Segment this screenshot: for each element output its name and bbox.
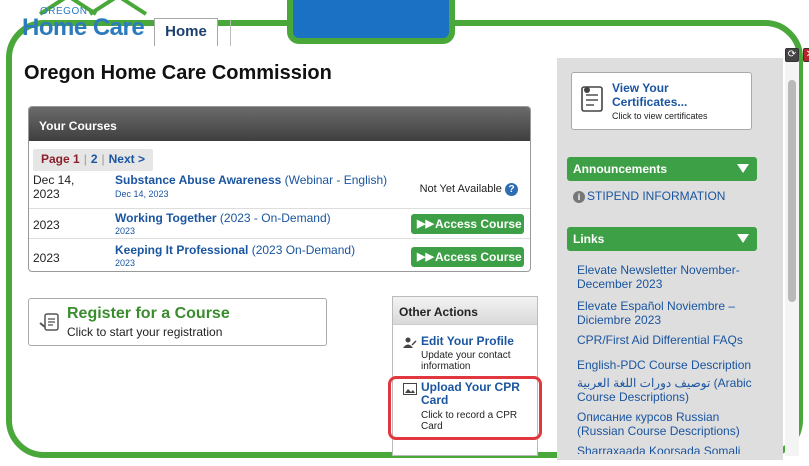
- double-arrow-icon: ▶▶: [417, 218, 434, 230]
- scrollbar-thumb[interactable]: [788, 80, 796, 302]
- pager-next[interactable]: Next >: [109, 152, 145, 166]
- collapse-triangle-icon[interactable]: [737, 164, 749, 173]
- pager-separator: |: [101, 152, 105, 166]
- pager-page-2[interactable]: 2: [91, 152, 98, 166]
- course-row: 2023 Working Together (2023 - On-Demand)…: [29, 209, 530, 239]
- tab-divider: [230, 20, 231, 46]
- other-actions-heading: Other Actions: [393, 297, 537, 325]
- course-subdate: 2023: [115, 226, 136, 236]
- course-title[interactable]: Substance Abuse Awareness (Webinar - Eng…: [115, 173, 387, 187]
- course-detail: (Webinar - English): [281, 173, 388, 187]
- sidebar-scrollbar[interactable]: [785, 60, 799, 456]
- view-certificates-box[interactable]: View Your Certificates... Click to view …: [571, 72, 752, 130]
- double-arrow-icon: ▶▶: [417, 251, 434, 263]
- sidebar-link-arabic[interactable]: توصيف دورات اللغة العربية (Arabic Course…: [577, 376, 757, 404]
- home-care-logo[interactable]: OREGON Home Care: [22, 0, 162, 48]
- course-name[interactable]: Substance Abuse Awareness: [115, 173, 281, 187]
- pager-separator: |: [83, 152, 87, 166]
- course-title[interactable]: Working Together (2023 - On-Demand): [115, 211, 331, 225]
- access-course-button[interactable]: ▶▶ Access Course: [411, 214, 524, 234]
- links-heading: Links: [573, 232, 605, 246]
- access-course-label: Access Course: [435, 217, 522, 231]
- tab-home[interactable]: Home: [154, 18, 218, 46]
- access-course-label: Access Course: [435, 250, 522, 264]
- close-icon[interactable]: ✕: [803, 48, 809, 62]
- register-title[interactable]: Register for a Course: [67, 305, 230, 323]
- course-date: 2023: [33, 251, 60, 265]
- course-row: 2023 Keeping It Professional (2023 On-De…: [29, 239, 530, 271]
- announcements-header[interactable]: Announcements: [567, 157, 757, 181]
- refresh-icon[interactable]: ⟳: [785, 48, 799, 62]
- course-detail: (2023 On-Demand): [248, 243, 356, 257]
- your-courses-panel: Your Courses Page 1 | 2 | Next > Dec 14, 202…: [28, 106, 531, 272]
- register-subtitle: Click to start your registration: [67, 325, 223, 339]
- course-subdate: 2023: [115, 258, 136, 268]
- course-subdate: Dec 14, 2023: [115, 189, 169, 199]
- links-header[interactable]: Links: [567, 227, 757, 251]
- course-row: Dec 14, 2023 Substance Abuse Awareness (…: [29, 171, 530, 209]
- info-icon: i: [573, 191, 585, 203]
- stipend-info-link[interactable]: i STIPEND INFORMATION: [573, 189, 725, 203]
- course-date: Dec 14, 2023: [33, 173, 75, 201]
- access-course-button[interactable]: ▶▶ Access Course: [411, 247, 524, 267]
- sidebar-link-newsletter[interactable]: Elevate Newsletter November-December 202…: [577, 263, 757, 291]
- courses-pager: Page 1 | 2 | Next >: [33, 149, 153, 171]
- sidebar-link-newsletter-es[interactable]: Elevate Español Noviembre – Diciembre 20…: [577, 299, 757, 327]
- logo-main-text: Home Care: [22, 14, 145, 41]
- sidebar-link-somali[interactable]: Sharraxaada Koorsada Somali: [577, 444, 757, 454]
- course-name[interactable]: Working Together: [115, 211, 217, 225]
- edit-profile-desc: Update your contact information: [421, 350, 511, 372]
- stipend-info-text[interactable]: STIPEND INFORMATION: [587, 189, 725, 203]
- help-icon[interactable]: ?: [505, 183, 518, 196]
- course-title[interactable]: Keeping It Professional (2023 On-Demand): [115, 243, 355, 257]
- collapse-triangle-icon[interactable]: [737, 234, 749, 243]
- callout-top-tab: [287, 0, 455, 44]
- pager-current-page: Page 1: [41, 152, 80, 166]
- certificate-icon: [581, 86, 603, 112]
- your-courses-heading: Your Courses: [29, 107, 530, 141]
- sidebar-link-cpr-faqs[interactable]: CPR/First Aid Differential FAQs: [577, 333, 757, 347]
- sidebar-link-russian[interactable]: Описание курсов Russian (Russian Course …: [577, 410, 757, 438]
- register-form-icon: [39, 313, 59, 331]
- course-name[interactable]: Keeping It Professional: [115, 243, 248, 257]
- user-edit-icon: [403, 337, 417, 348]
- view-certificates-link[interactable]: View Your Certificates...: [612, 81, 742, 109]
- page-title: Oregon Home Care Commission: [24, 62, 332, 84]
- sidebar-link-english-pdc[interactable]: English-PDC Course Description: [577, 358, 757, 372]
- register-course-box[interactable]: Register for a Course Click to start you…: [28, 298, 327, 346]
- course-status-text: Not Yet Available: [419, 183, 502, 195]
- course-status: Not Yet Available ?: [420, 183, 518, 196]
- announcements-heading: Announcements: [573, 162, 668, 176]
- edit-profile-link[interactable]: Edit Your Profile: [421, 335, 539, 348]
- course-date: 2023: [33, 218, 60, 232]
- course-detail: (2023 - On-Demand): [216, 211, 331, 225]
- view-certificates-subtitle: Click to view certificates: [612, 111, 708, 121]
- upload-cpr-highlight: [388, 376, 542, 440]
